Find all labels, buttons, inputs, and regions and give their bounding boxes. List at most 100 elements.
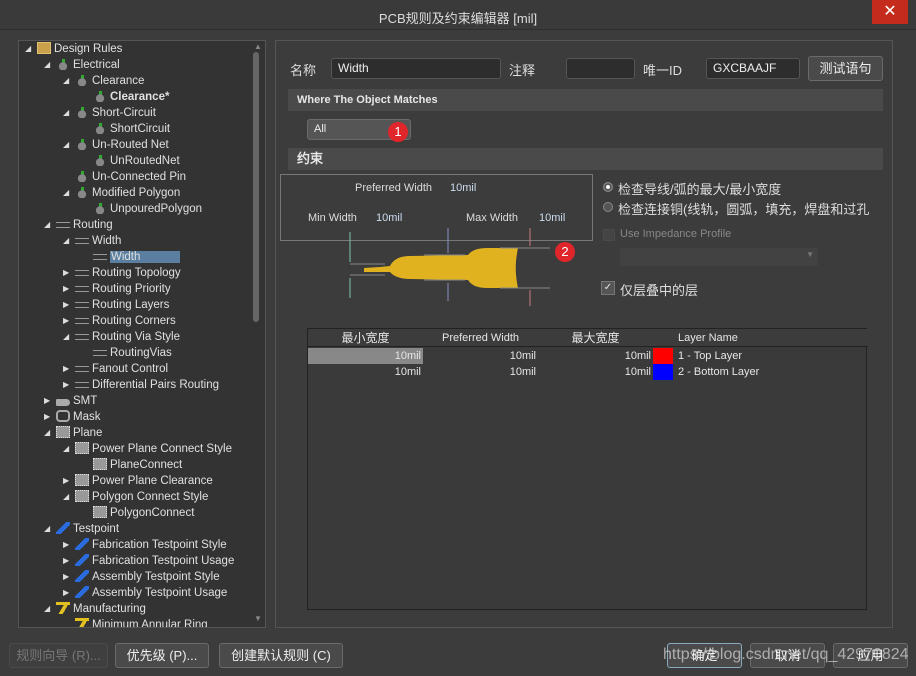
tree-item[interactable]: ◢ Electrical [44,57,120,73]
impedance-profile-dropdown[interactable]: ▼ [620,248,818,266]
tree-item[interactable]: ▶ Power Plane Clearance [63,473,213,489]
tree-item[interactable]: ▶ SMT [44,393,97,409]
expand-arrow-icon[interactable]: ▶ [63,537,69,553]
expand-arrow-icon[interactable]: ▶ [63,313,69,329]
tree-item[interactable]: ◢ Routing Via Style [63,329,180,345]
tree-item-label: Power Plane Clearance [92,475,213,487]
tree-item-label: Minimum Annular Ring [92,619,208,628]
scroll-down-icon[interactable]: ▼ [254,614,262,623]
tree-item[interactable]: Clearance* [93,89,169,105]
cell-preferred-width[interactable]: 10mil [423,348,538,364]
tree-item[interactable]: ▶ Routing Topology [63,265,181,281]
expand-arrow-icon[interactable]: ▶ [63,569,69,585]
rule-wizard-button[interactable]: 规则向导 (R)... [9,643,108,668]
comment-input[interactable] [566,58,635,79]
tree-item[interactable]: PolygonConnect [93,505,194,521]
cell-min-width[interactable]: 10mil [308,364,423,380]
tree-scrollbar[interactable] [253,52,259,322]
tree-item[interactable]: ◢ Un-Routed Net [63,137,169,153]
test-query-button[interactable]: 测试语句 [808,56,883,81]
expand-arrow-icon[interactable]: ▶ [63,585,69,601]
tree-item[interactable]: ◢ Modified Polygon [63,185,180,201]
expand-arrow-icon[interactable]: ▶ [63,377,69,393]
tree-item[interactable]: ◢ Testpoint [44,521,119,537]
collapse-arrow-icon[interactable]: ◢ [63,105,69,121]
col-layer-name[interactable]: Layer Name [653,329,868,347]
tree-item[interactable]: PlaneConnect [93,457,182,473]
expand-arrow-icon[interactable]: ▶ [63,281,69,297]
collapse-arrow-icon[interactable]: ◢ [25,41,31,57]
col-preferred-width[interactable]: Preferred Width [423,329,538,347]
collapse-arrow-icon[interactable]: ◢ [44,57,50,73]
tree-item[interactable]: UnpouredPolygon [93,201,202,217]
collapse-arrow-icon[interactable]: ◢ [63,233,69,249]
tree-item[interactable]: Un-Connected Pin [75,169,186,185]
uid-input[interactable]: GXCBAAJF [706,58,800,79]
plane-icon [75,474,89,486]
cell-max-width[interactable]: 10mil [538,348,653,364]
check-track-width-radio[interactable] [603,182,613,192]
cell-preferred-width[interactable]: 10mil [423,364,538,380]
cell-max-width[interactable]: 10mil [538,364,653,380]
cell-layer-name[interactable]: 1 - Top Layer [678,348,868,364]
scroll-up-icon[interactable]: ▲ [254,42,262,51]
tree-item[interactable]: ▶ Assembly Testpoint Style [63,569,220,585]
cell-layer-name[interactable]: 2 - Bottom Layer [678,364,868,380]
tree-item[interactable]: ◢ Clearance [63,73,144,89]
tree-item[interactable]: ▶ Fanout Control [63,361,168,377]
expand-arrow-icon[interactable]: ▶ [63,473,69,489]
annotation-badge-1: 1 [388,122,408,142]
tree-item[interactable]: ShortCircuit [93,121,170,137]
col-max-width[interactable]: 最大宽度 [538,329,653,347]
expand-arrow-icon[interactable]: ▶ [63,553,69,569]
tree-item[interactable]: ◢ Plane [44,425,102,441]
close-icon[interactable]: ✕ [872,0,908,24]
col-min-width[interactable]: 最小宽度 [308,329,423,347]
tree-item[interactable]: ◢ Width [63,233,121,249]
tree-item[interactable]: ▶ Routing Layers [63,297,169,313]
tree-item[interactable]: ▶ Assembly Testpoint Usage [63,585,227,601]
priority-button[interactable]: 优先级 (P)... [115,643,209,668]
tree-item[interactable]: ◢ Polygon Connect Style [63,489,208,505]
layer-stack-checkbox[interactable]: ✓ [601,281,615,295]
collapse-arrow-icon[interactable]: ◢ [63,73,69,89]
min-width-value[interactable]: 10mil [376,212,402,224]
create-default-rules-button[interactable]: 创建默认规则 (C) [219,643,343,668]
expand-arrow-icon[interactable]: ▶ [63,265,69,281]
impedance-checkbox[interactable] [603,229,615,241]
collapse-arrow-icon[interactable]: ◢ [63,137,69,153]
tree-item[interactable]: ▶ Mask [44,409,100,425]
tree-item[interactable]: ▶ Routing Corners [63,313,176,329]
expand-arrow-icon[interactable]: ▶ [44,409,50,425]
expand-arrow-icon[interactable]: ▶ [63,361,69,377]
collapse-arrow-icon[interactable]: ◢ [63,329,69,345]
tree-item[interactable]: ▶ Differential Pairs Routing [63,377,219,393]
name-input[interactable]: Width [331,58,501,79]
collapse-arrow-icon[interactable]: ◢ [44,521,50,537]
cell-min-width[interactable]: 10mil [308,348,423,364]
max-width-value[interactable]: 10mil [539,212,565,224]
tree-item[interactable]: UnRoutedNet [93,153,180,169]
collapse-arrow-icon[interactable]: ◢ [44,601,50,617]
tree-item[interactable]: ◢ Manufacturing [44,601,146,617]
match-dropdown-value: All [314,123,327,135]
collapse-arrow-icon[interactable]: ◢ [63,489,69,505]
expand-arrow-icon[interactable]: ▶ [63,297,69,313]
tree-item[interactable]: RoutingVias [93,345,172,361]
collapse-arrow-icon[interactable]: ◢ [44,217,50,233]
expand-arrow-icon[interactable]: ▶ [44,393,50,409]
collapse-arrow-icon[interactable]: ◢ [63,185,69,201]
collapse-arrow-icon[interactable]: ◢ [63,441,69,457]
tree-item[interactable]: ▶ Fabrication Testpoint Usage [63,553,234,569]
tree-item[interactable]: Minimum Annular Ring [75,617,208,628]
tree-item[interactable]: ◢ Design Rules [25,41,122,57]
tree-item[interactable]: ▶ Routing Priority [63,281,171,297]
tree-item[interactable]: ◢ Short-Circuit [63,105,156,121]
check-copper-radio[interactable] [603,202,613,212]
tree-item[interactable]: ◢ Routing [44,217,113,233]
tree-item[interactable]: Width [93,249,181,265]
collapse-arrow-icon[interactable]: ◢ [44,425,50,441]
tree-item[interactable]: ◢ Power Plane Connect Style [63,441,232,457]
preferred-width-value[interactable]: 10mil [450,182,476,194]
tree-item[interactable]: ▶ Fabrication Testpoint Style [63,537,227,553]
